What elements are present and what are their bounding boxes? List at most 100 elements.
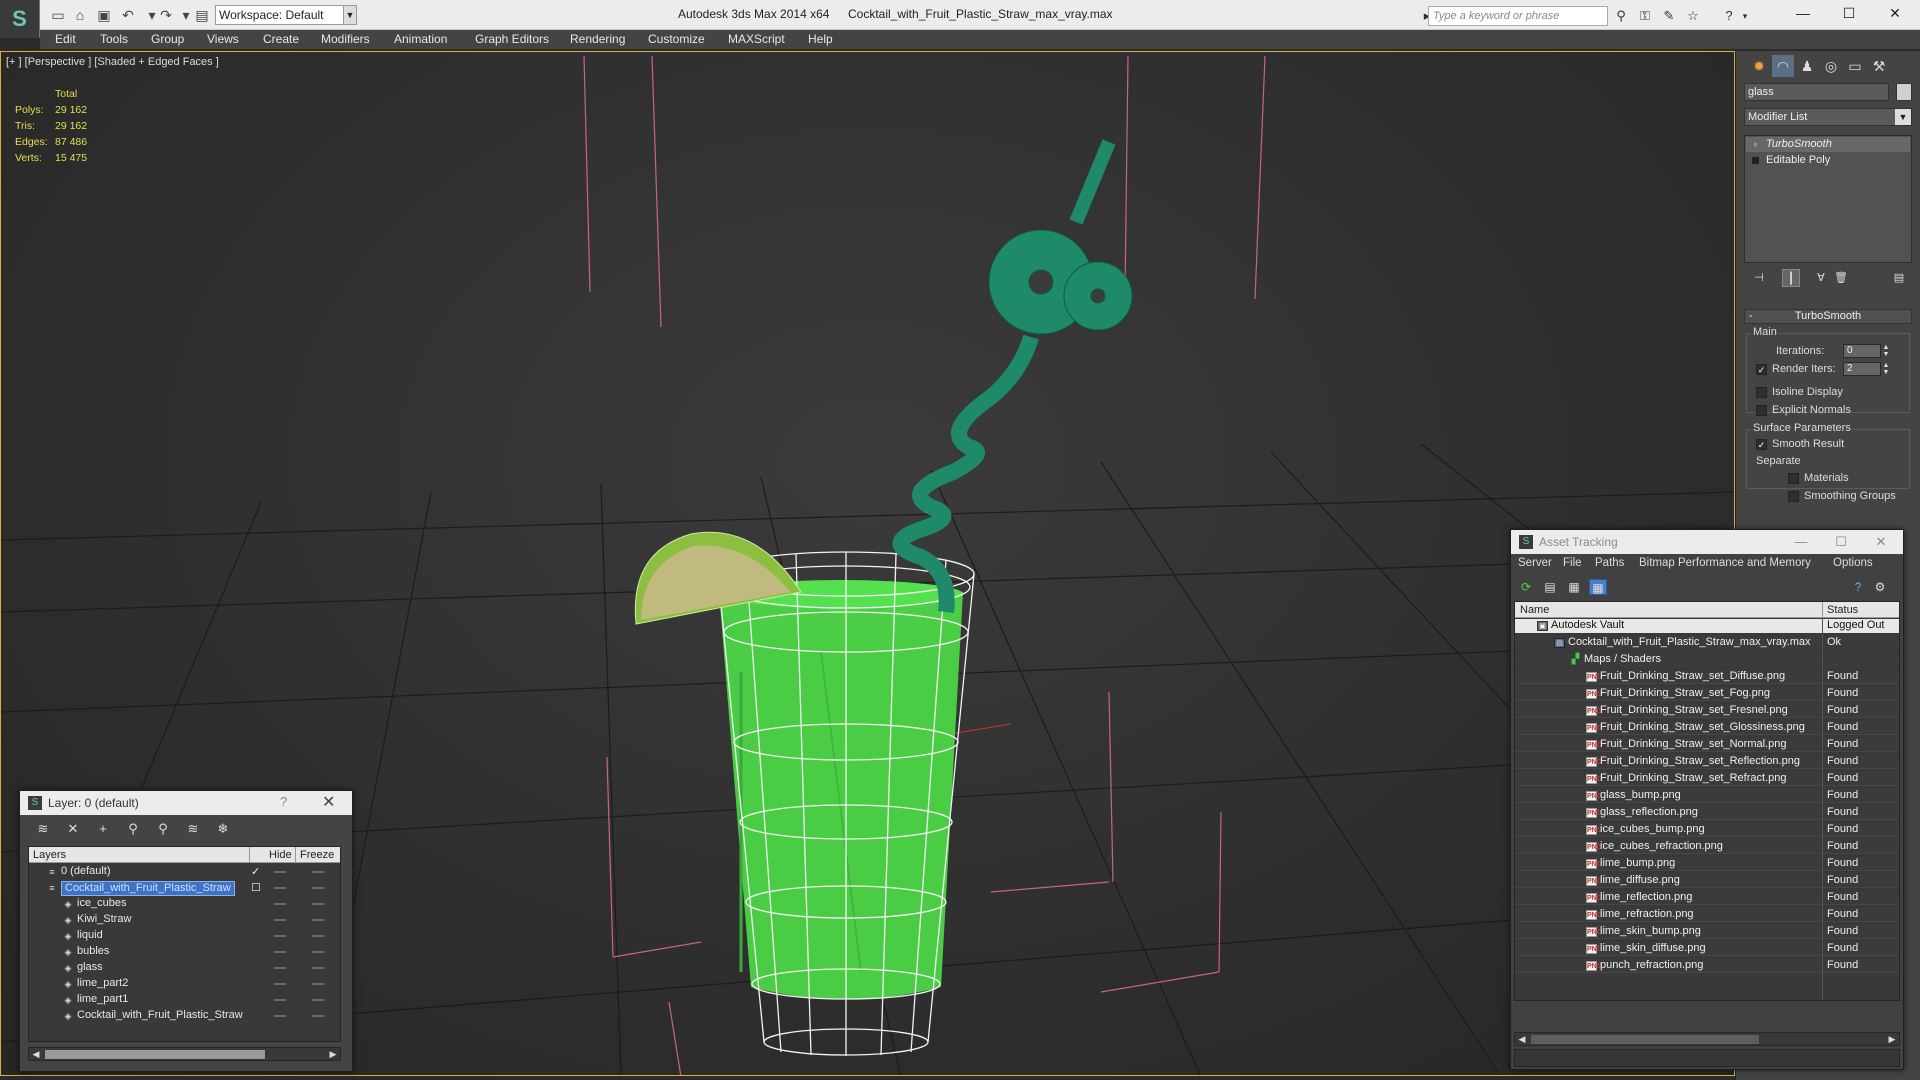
freeze-toggle[interactable] [312,919,324,921]
asset-row[interactable]: PNG lime_bump.png Found [1515,857,1899,871]
utilities-tab-icon[interactable]: ⚒ [1868,55,1890,77]
render-iters-checkbox[interactable]: ✓ [1756,364,1767,375]
hide-toggle[interactable] [274,1015,286,1017]
remove-modifier-icon[interactable]: 🗑 [1832,269,1850,287]
layer-row[interactable]: ◈ lime_part1 [29,992,340,1008]
hide-toggle[interactable] [274,935,286,937]
hierarchy-tab-icon[interactable]: ♟ [1796,55,1818,77]
hide-toggle[interactable] [274,951,286,953]
asset-row[interactable]: PNG lime_reflection.png Found [1515,891,1899,905]
layer-name[interactable]: 0 (default) [61,865,111,878]
column-status-header[interactable]: Status [1827,604,1858,616]
asset-row[interactable]: PNG lime_skin_bump.png Found [1515,925,1899,939]
create-layer-icon[interactable]: ≋ [34,821,52,837]
asset-row[interactable]: PNG ice_cubes_refraction.png Found [1515,840,1899,854]
turbosmooth-rollout-header[interactable]: - TurboSmooth [1744,309,1912,324]
make-unique-icon[interactable]: ∀ [1812,269,1830,287]
smoothing-groups-checkbox[interactable] [1788,491,1799,502]
column-freeze-header[interactable]: Freeze [300,849,334,861]
show-end-result-icon[interactable]: ┃ [1782,269,1800,287]
layer-row[interactable]: ◈ bubles [29,944,340,960]
scroll-left-icon[interactable]: ◀ [1515,1033,1529,1045]
layer-name[interactable]: Cocktail_with_Fruit_Plastic_Straw [77,1009,243,1022]
menu-options[interactable]: Options [1833,557,1873,569]
menu-animation[interactable]: Animation [394,32,447,46]
menu-file[interactable]: File [1563,557,1582,569]
viewport-label[interactable]: [+ ] [Perspective ] [Shaded + Edged Face… [6,56,219,68]
freeze-toggle[interactable] [312,903,324,905]
hide-toggle[interactable] [274,871,286,873]
favorites-star-icon[interactable]: ☆ [1684,8,1702,24]
minimize-button[interactable]: — [1781,532,1821,552]
menu-customize[interactable]: Customize [648,32,705,46]
menu-bitmap-performance[interactable]: Bitmap Performance and Memory [1639,557,1811,569]
asset-row[interactable]: PNG glass_reflection.png Found [1515,806,1899,820]
chevron-down-icon[interactable]: ▼ [1895,109,1911,125]
save-file-icon[interactable]: ▣ [96,7,112,23]
undo-icon[interactable]: ↶ [120,7,136,23]
maximize-button[interactable]: ☐ [1821,532,1861,552]
column-name-header[interactable]: Name [1520,604,1549,616]
help-button[interactable]: ? [280,794,287,809]
minimize-button[interactable]: — [1780,0,1826,26]
menu-tools[interactable]: Tools [100,32,128,46]
materials-checkbox[interactable] [1788,473,1799,484]
open-file-icon[interactable]: ⌂ [72,7,88,23]
hide-toggle[interactable] [274,983,286,985]
create-tab-icon[interactable]: ✹ [1748,55,1770,77]
current-layer-mark[interactable]: ☐ [251,881,261,894]
hide-all-layers-icon[interactable]: ≋ [184,821,202,837]
redo-icon[interactable]: ↷ [158,7,174,23]
layer-name[interactable]: glass [77,961,103,974]
freeze-toggle[interactable] [312,871,324,873]
layer-row[interactable]: ◈ liquid [29,928,340,944]
hide-toggle[interactable] [274,887,286,889]
maps-shaders-row[interactable]: ▞ Maps / Shaders [1515,653,1899,667]
list-view-icon[interactable]: ▤ [1541,579,1559,595]
isoline-display-checkbox[interactable] [1756,387,1767,398]
modify-tab-icon[interactable]: ◠ [1772,55,1794,77]
configure-sets-icon[interactable]: ▤ [1890,269,1908,287]
layer-row[interactable]: ◈ Kiwi_Straw [29,912,340,928]
iterations-spinner[interactable]: 0 [1843,344,1881,358]
freeze-toggle[interactable] [312,999,324,1001]
scrollbar-thumb[interactable] [45,1050,265,1059]
layer-name[interactable]: Kiwi_Straw [77,913,131,926]
expand-icon[interactable] [1752,157,1759,164]
layer-name[interactable]: liquid [77,929,103,942]
display-tab-icon[interactable]: ▭ [1844,55,1866,77]
grid-view-icon[interactable]: ▦ [1589,579,1607,595]
asset-row[interactable]: PNG Fruit_Drinking_Straw_set_Glossiness.p… [1515,721,1899,735]
close-button[interactable]: ✕ [322,792,335,812]
lightbulb-icon[interactable]: ♁ [1752,139,1761,149]
max-file-row[interactable]: ▤ Cocktail_with_Fruit_Plastic_Straw_max_v… [1515,636,1899,650]
explicit-normals-checkbox[interactable] [1756,405,1767,416]
select-in-layer-icon[interactable]: ⚲ [124,821,142,837]
layer-row[interactable]: ◈ Cocktail_with_Fruit_Plastic_Straw [29,1008,340,1024]
layer-row[interactable]: ≡ 0 (default) ✓ [29,864,340,880]
asset-row[interactable]: PNG lime_skin_diffuse.png Found [1515,942,1899,956]
layer-horizontal-scrollbar[interactable]: ◀ ▶ [28,1047,341,1061]
layer-name[interactable]: Cocktail_with_Fruit_Plastic_Straw [61,881,235,896]
layer-row[interactable]: ≡ Cocktail_with_Fruit_Plastic_Straw ☐ [29,880,340,896]
asset-tracking-titlebar[interactable]: S Asset Tracking — ☐ ✕ [1511,530,1903,554]
spinner-arrows-icon[interactable]: ▲ ▼ [1882,344,1890,358]
subscription-icon[interactable]: ⚿ [1636,8,1654,24]
menu-group[interactable]: Group [151,32,184,46]
communication-center-icon[interactable]: ✎ [1660,8,1678,24]
hide-toggle[interactable] [274,903,286,905]
menu-graph-editors[interactable]: Graph Editors [475,32,549,46]
menu-create[interactable]: Create [263,32,299,46]
asset-row[interactable]: PNG lime_refraction.png Found [1515,908,1899,922]
layer-name[interactable]: ice_cubes [77,897,127,910]
scroll-left-icon[interactable]: ◀ [29,1048,43,1060]
close-button[interactable]: ✕ [1872,0,1918,26]
freeze-toggle[interactable] [312,1015,324,1017]
asset-row[interactable]: PNG ice_cubes_bump.png Found [1515,823,1899,837]
app-logo-icon[interactable]: S [0,0,40,38]
menu-edit[interactable]: Edit [55,32,76,46]
help-dropdown-icon[interactable]: ▾ [1736,8,1754,24]
stack-item-editable-poly[interactable]: Editable Poly [1746,153,1910,168]
hide-toggle[interactable] [274,967,286,969]
freeze-toggle[interactable] [312,887,324,889]
